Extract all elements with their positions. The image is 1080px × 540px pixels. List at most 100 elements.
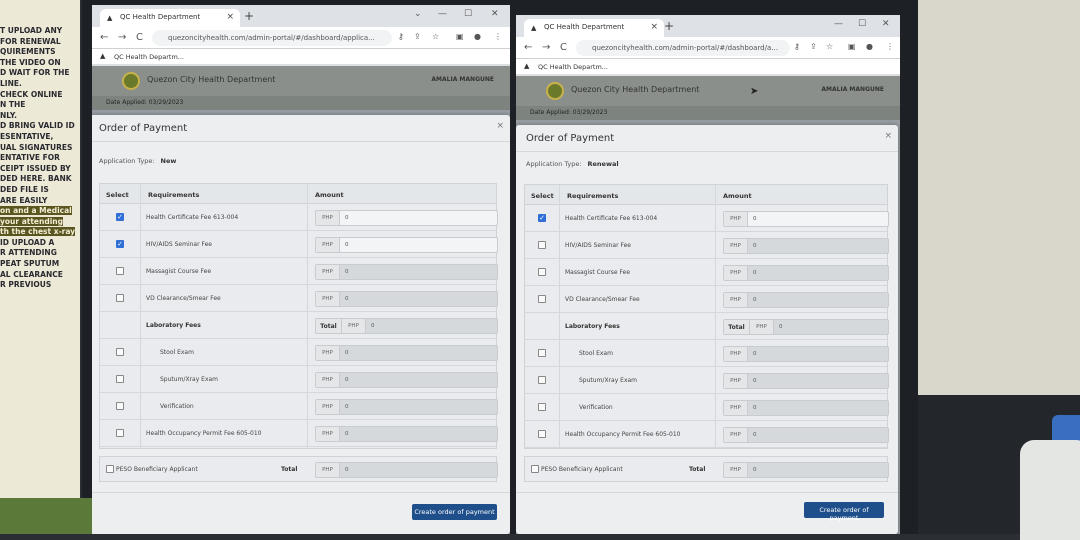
key-icon[interactable]: ⚷ xyxy=(794,42,800,51)
laboratory-fees-label: Laboratory Fees xyxy=(146,321,201,329)
laboratory-fees-row: Laboratory Fees Total PHP 0 xyxy=(525,313,889,340)
forward-icon[interactable]: → xyxy=(542,42,550,53)
star-icon[interactable]: ☆ xyxy=(826,42,833,51)
share-icon[interactable]: ⇪ xyxy=(414,32,421,41)
amount-input[interactable]: PHP 0 xyxy=(723,399,889,416)
date-bar: Date Applied: 03/29/2023 xyxy=(516,106,900,120)
select-checkbox[interactable]: ✓ xyxy=(116,239,124,248)
select-checkbox[interactable] xyxy=(116,428,124,437)
amount-value: 0 xyxy=(345,241,349,248)
key-icon[interactable]: ⚷ xyxy=(398,32,404,41)
amount-input[interactable]: PHP 0 xyxy=(723,210,889,227)
profile-icon[interactable]: ● xyxy=(474,32,481,41)
sidepanel-icon[interactable]: ▣ xyxy=(456,32,464,41)
address-bar[interactable]: quezoncityhealth.com/admin-portal/#/dash… xyxy=(152,30,392,46)
sticky-note-line: PEAT SPUTUM xyxy=(0,259,60,269)
select-checkbox[interactable] xyxy=(116,266,124,275)
amount-input[interactable]: PHP 0 xyxy=(315,398,498,415)
select-checkbox[interactable] xyxy=(538,375,546,384)
address-bar[interactable]: quezoncityhealth.com/admin-portal/#/dash… xyxy=(576,40,790,56)
select-checkbox[interactable]: ✓ xyxy=(538,213,546,222)
bookmark-item[interactable]: QC Health Departm... xyxy=(538,63,608,71)
requirement-name: Sputum/Xray Exam xyxy=(160,375,219,383)
amount-input[interactable]: PHP 0 xyxy=(723,426,889,443)
close-window-icon[interactable]: ✕ xyxy=(882,19,890,29)
currency-label: PHP xyxy=(724,373,748,388)
menu-icon[interactable]: ⋮ xyxy=(886,42,894,51)
header-select: Select xyxy=(106,191,129,199)
back-icon[interactable]: ← xyxy=(524,42,532,53)
select-checkbox[interactable] xyxy=(538,294,546,303)
select-checkbox[interactable] xyxy=(116,401,124,410)
sticky-note-line: UAL SIGNATURES xyxy=(0,142,73,152)
amount-input[interactable]: PHP 0 xyxy=(723,345,889,362)
laboratory-fees-total: Total PHP 0 xyxy=(723,318,889,335)
amount-input[interactable]: PHP 0 xyxy=(315,371,498,388)
application-type: Application Type: Renewal xyxy=(526,160,619,168)
reload-icon[interactable]: C xyxy=(136,32,143,43)
select-checkbox[interactable] xyxy=(538,240,546,249)
maximize-icon[interactable]: ☐ xyxy=(858,19,866,29)
select-checkbox[interactable] xyxy=(116,374,124,383)
amount-input[interactable]: PHP 0 xyxy=(723,372,889,389)
user-menu[interactable]: AMALIA MANGUNE xyxy=(821,86,884,93)
amount-input[interactable]: PHP 0 xyxy=(723,291,889,308)
table-row: Health Occupancy Permit Fee 605-010 PHP 0 xyxy=(525,421,889,448)
minimize-icon[interactable]: — xyxy=(438,9,447,19)
peso-beneficiary-label: PESO Beneficiary Applicant xyxy=(116,466,198,473)
totals-row: PESO Beneficiary Applicant Total PHP 0 xyxy=(524,456,889,482)
table-row: Health Occupancy Permit Fee 605-010 PHP 0 xyxy=(100,420,498,447)
user-menu[interactable]: AMALIA MANGUNE xyxy=(431,76,494,83)
amount-input[interactable]: PHP 0 xyxy=(315,425,498,442)
peso-beneficiary-checkbox[interactable] xyxy=(106,465,114,473)
bookmark-item[interactable]: QC Health Departm... xyxy=(114,53,184,61)
browser-tab[interactable]: ▲ QC Health Department × xyxy=(100,9,240,27)
close-tab-icon[interactable]: × xyxy=(226,12,234,22)
amount-input[interactable]: PHP 0 xyxy=(315,344,498,361)
amount-value: 0 xyxy=(753,467,757,473)
select-checkbox[interactable] xyxy=(538,267,546,276)
share-icon[interactable]: ⇪ xyxy=(810,42,817,51)
profile-icon[interactable]: ● xyxy=(866,42,873,51)
table-row: VD Clearance/Smear Fee PHP 0 xyxy=(525,286,889,313)
select-checkbox[interactable] xyxy=(538,402,546,411)
select-checkbox[interactable] xyxy=(116,347,124,356)
table-row: ✓ Health Certificate Fee 613-004 PHP 0 xyxy=(525,205,889,232)
new-tab-icon[interactable]: + xyxy=(244,9,254,23)
forward-icon[interactable]: → xyxy=(118,32,126,43)
create-order-of-payment-button[interactable]: Create order of payment xyxy=(412,504,497,520)
peso-beneficiary-checkbox[interactable] xyxy=(531,465,539,473)
amount-input[interactable]: PHP 0 xyxy=(315,209,498,226)
select-checkbox[interactable]: ✓ xyxy=(116,212,124,221)
close-modal-icon[interactable]: × xyxy=(496,121,504,131)
laboratory-fees-row: Laboratory Fees Total PHP 0 xyxy=(100,312,498,339)
select-checkbox[interactable] xyxy=(116,293,124,302)
maximize-icon[interactable]: ☐ xyxy=(464,9,472,19)
close-window-icon[interactable]: ✕ xyxy=(491,9,499,19)
new-tab-icon[interactable]: + xyxy=(664,19,674,33)
menu-icon[interactable]: ⋮ xyxy=(494,32,502,41)
select-checkbox[interactable] xyxy=(538,348,546,357)
amount-input[interactable]: PHP 0 xyxy=(315,290,498,307)
minimize-icon[interactable]: — xyxy=(834,19,843,29)
close-tab-icon[interactable]: × xyxy=(650,22,658,32)
star-icon[interactable]: ☆ xyxy=(432,32,439,41)
select-checkbox[interactable] xyxy=(538,429,546,438)
amount-input[interactable]: PHP 0 xyxy=(723,264,889,281)
sticky-note-line: on and a Medical xyxy=(0,206,78,217)
create-order-of-payment-button[interactable]: Create order of payment xyxy=(804,502,884,522)
sticky-note-line: ESENTATIVE, xyxy=(0,131,54,141)
amount-input[interactable]: PHP 0 xyxy=(315,236,498,253)
site-logo xyxy=(122,72,140,90)
browser-tab[interactable]: ▲ QC Health Department × xyxy=(524,19,664,37)
close-modal-icon[interactable]: × xyxy=(884,131,892,141)
back-icon[interactable]: ← xyxy=(100,32,108,43)
amount-input[interactable]: PHP 0 xyxy=(315,263,498,280)
reload-icon[interactable]: C xyxy=(560,42,567,53)
highlighted-text: on and a Medical xyxy=(0,206,72,216)
sidepanel-icon[interactable]: ▣ xyxy=(848,42,856,51)
amount-input[interactable]: PHP 0 xyxy=(723,237,889,254)
currency-label: PHP xyxy=(316,345,340,360)
currency-label: PHP xyxy=(316,237,340,252)
tab-search-icon[interactable]: ⌄ xyxy=(414,9,422,19)
